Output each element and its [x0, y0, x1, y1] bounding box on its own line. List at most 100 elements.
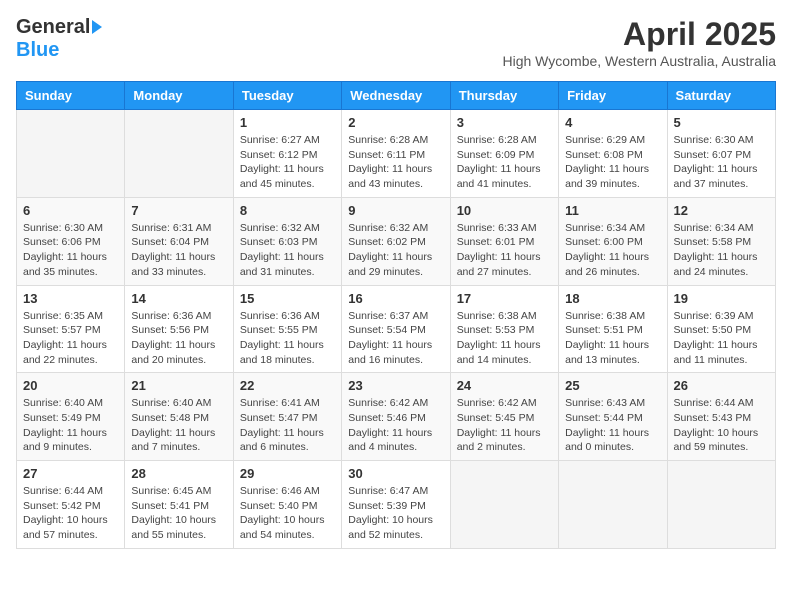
day-info: Sunrise: 6:33 AM Sunset: 6:01 PM Dayligh…	[457, 221, 552, 280]
column-header-monday: Monday	[125, 82, 233, 110]
calendar-cell: 26 Sunrise: 6:44 AM Sunset: 5:43 PM Dayli…	[667, 373, 775, 461]
day-info: Sunrise: 6:28 AM Sunset: 6:09 PM Dayligh…	[457, 133, 552, 192]
day-info: Sunrise: 6:44 AM Sunset: 5:43 PM Dayligh…	[674, 396, 769, 455]
title-section: April 2025 High Wycombe, Western Austral…	[502, 16, 776, 69]
calendar-cell: 11 Sunrise: 6:34 AM Sunset: 6:00 PM Dayli…	[559, 197, 667, 285]
calendar-cell: 20 Sunrise: 6:40 AM Sunset: 5:49 PM Dayli…	[17, 373, 125, 461]
day-info: Sunrise: 6:32 AM Sunset: 6:02 PM Dayligh…	[348, 221, 443, 280]
column-header-wednesday: Wednesday	[342, 82, 450, 110]
day-info: Sunrise: 6:43 AM Sunset: 5:44 PM Dayligh…	[565, 396, 660, 455]
day-number: 20	[23, 378, 118, 393]
calendar-cell: 18 Sunrise: 6:38 AM Sunset: 5:51 PM Dayli…	[559, 285, 667, 373]
day-info: Sunrise: 6:47 AM Sunset: 5:39 PM Dayligh…	[348, 484, 443, 543]
day-number: 15	[240, 291, 335, 306]
day-number: 28	[131, 466, 226, 481]
month-title: April 2025	[502, 16, 776, 53]
day-info: Sunrise: 6:41 AM Sunset: 5:47 PM Dayligh…	[240, 396, 335, 455]
day-number: 11	[565, 203, 660, 218]
calendar-cell: 4Sunrise: 6:29 AM Sunset: 6:08 PM Daylig…	[559, 110, 667, 198]
day-info: Sunrise: 6:36 AM Sunset: 5:55 PM Dayligh…	[240, 309, 335, 368]
day-info: Sunrise: 6:36 AM Sunset: 5:56 PM Dayligh…	[131, 309, 226, 368]
column-header-thursday: Thursday	[450, 82, 558, 110]
day-number: 23	[348, 378, 443, 393]
calendar-cell: 6 Sunrise: 6:30 AM Sunset: 6:06 PM Daylig…	[17, 197, 125, 285]
day-info: Sunrise: 6:42 AM Sunset: 5:45 PM Dayligh…	[457, 396, 552, 455]
day-number: 18	[565, 291, 660, 306]
calendar-cell	[17, 110, 125, 198]
day-number: 5	[674, 115, 769, 130]
logo-general-text: General	[16, 16, 90, 39]
calendar-cell: 2 Sunrise: 6:28 AM Sunset: 6:11 PM Daylig…	[342, 110, 450, 198]
day-info: Sunrise: 6:28 AM Sunset: 6:11 PM Dayligh…	[348, 133, 443, 192]
day-number: 24	[457, 378, 552, 393]
day-number: 21	[131, 378, 226, 393]
calendar-cell: 27 Sunrise: 6:44 AM Sunset: 5:42 PM Dayli…	[17, 461, 125, 549]
day-number: 26	[674, 378, 769, 393]
calendar-cell: 30Sunrise: 6:47 AM Sunset: 5:39 PM Dayli…	[342, 461, 450, 549]
day-info: Sunrise: 6:45 AM Sunset: 5:41 PM Dayligh…	[131, 484, 226, 543]
calendar-week-row: 1Sunrise: 6:27 AM Sunset: 6:12 PM Daylig…	[17, 110, 776, 198]
calendar-cell: 13Sunrise: 6:35 AM Sunset: 5:57 PM Dayli…	[17, 285, 125, 373]
column-header-sunday: Sunday	[17, 82, 125, 110]
calendar-header-row: SundayMondayTuesdayWednesdayThursdayFrid…	[17, 82, 776, 110]
day-number: 8	[240, 203, 335, 218]
day-info: Sunrise: 6:40 AM Sunset: 5:48 PM Dayligh…	[131, 396, 226, 455]
calendar-cell: 29 Sunrise: 6:46 AM Sunset: 5:40 PM Dayli…	[233, 461, 341, 549]
day-number: 16	[348, 291, 443, 306]
calendar-cell: 22Sunrise: 6:41 AM Sunset: 5:47 PM Dayli…	[233, 373, 341, 461]
day-info: Sunrise: 6:39 AM Sunset: 5:50 PM Dayligh…	[674, 309, 769, 368]
calendar-cell	[450, 461, 558, 549]
logo-triangle-icon	[92, 20, 102, 34]
day-number: 17	[457, 291, 552, 306]
calendar-cell: 9 Sunrise: 6:32 AM Sunset: 6:02 PM Daylig…	[342, 197, 450, 285]
day-number: 6	[23, 203, 118, 218]
page-header: General Blue April 2025 High Wycombe, We…	[16, 16, 776, 69]
day-number: 12	[674, 203, 769, 218]
day-info: Sunrise: 6:46 AM Sunset: 5:40 PM Dayligh…	[240, 484, 335, 543]
day-info: Sunrise: 6:40 AM Sunset: 5:49 PM Dayligh…	[23, 396, 118, 455]
day-info: Sunrise: 6:34 AM Sunset: 5:58 PM Dayligh…	[674, 221, 769, 280]
day-info: Sunrise: 6:32 AM Sunset: 6:03 PM Dayligh…	[240, 221, 335, 280]
day-number: 25	[565, 378, 660, 393]
day-info: Sunrise: 6:30 AM Sunset: 6:07 PM Dayligh…	[674, 133, 769, 192]
calendar-cell: 12 Sunrise: 6:34 AM Sunset: 5:58 PM Dayli…	[667, 197, 775, 285]
day-number: 4	[565, 115, 660, 130]
day-number: 2	[348, 115, 443, 130]
logo: General Blue	[16, 16, 102, 62]
day-number: 10	[457, 203, 552, 218]
calendar-cell: 1Sunrise: 6:27 AM Sunset: 6:12 PM Daylig…	[233, 110, 341, 198]
calendar-table: SundayMondayTuesdayWednesdayThursdayFrid…	[16, 81, 776, 549]
day-number: 29	[240, 466, 335, 481]
calendar-cell: 5 Sunrise: 6:30 AM Sunset: 6:07 PM Daylig…	[667, 110, 775, 198]
day-info: Sunrise: 6:34 AM Sunset: 6:00 PM Dayligh…	[565, 221, 660, 280]
day-info: Sunrise: 6:30 AM Sunset: 6:06 PM Dayligh…	[23, 221, 118, 280]
day-number: 1	[240, 115, 335, 130]
calendar-cell: 7 Sunrise: 6:31 AM Sunset: 6:04 PM Daylig…	[125, 197, 233, 285]
column-header-saturday: Saturday	[667, 82, 775, 110]
day-info: Sunrise: 6:31 AM Sunset: 6:04 PM Dayligh…	[131, 221, 226, 280]
day-number: 9	[348, 203, 443, 218]
calendar-cell: 17Sunrise: 6:38 AM Sunset: 5:53 PM Dayli…	[450, 285, 558, 373]
calendar-cell: 16 Sunrise: 6:37 AM Sunset: 5:54 PM Dayli…	[342, 285, 450, 373]
calendar-cell: 8 Sunrise: 6:32 AM Sunset: 6:03 PM Daylig…	[233, 197, 341, 285]
calendar-cell: 24 Sunrise: 6:42 AM Sunset: 5:45 PM Dayli…	[450, 373, 558, 461]
calendar-cell: 28 Sunrise: 6:45 AM Sunset: 5:41 PM Dayli…	[125, 461, 233, 549]
calendar-cell: 10 Sunrise: 6:33 AM Sunset: 6:01 PM Dayli…	[450, 197, 558, 285]
calendar-cell: 21 Sunrise: 6:40 AM Sunset: 5:48 PM Dayli…	[125, 373, 233, 461]
location-title: High Wycombe, Western Australia, Austral…	[502, 53, 776, 69]
day-number: 27	[23, 466, 118, 481]
calendar-cell	[559, 461, 667, 549]
day-number: 3	[457, 115, 552, 130]
calendar-week-row: 6 Sunrise: 6:30 AM Sunset: 6:06 PM Daylig…	[17, 197, 776, 285]
day-info: Sunrise: 6:35 AM Sunset: 5:57 PM Dayligh…	[23, 309, 118, 368]
day-number: 19	[674, 291, 769, 306]
calendar-week-row: 13Sunrise: 6:35 AM Sunset: 5:57 PM Dayli…	[17, 285, 776, 373]
day-info: Sunrise: 6:38 AM Sunset: 5:51 PM Dayligh…	[565, 309, 660, 368]
calendar-cell: 14Sunrise: 6:36 AM Sunset: 5:56 PM Dayli…	[125, 285, 233, 373]
day-info: Sunrise: 6:44 AM Sunset: 5:42 PM Dayligh…	[23, 484, 118, 543]
day-number: 7	[131, 203, 226, 218]
day-info: Sunrise: 6:37 AM Sunset: 5:54 PM Dayligh…	[348, 309, 443, 368]
column-header-friday: Friday	[559, 82, 667, 110]
calendar-week-row: 27 Sunrise: 6:44 AM Sunset: 5:42 PM Dayli…	[17, 461, 776, 549]
logo-blue-text: Blue	[16, 39, 59, 62]
